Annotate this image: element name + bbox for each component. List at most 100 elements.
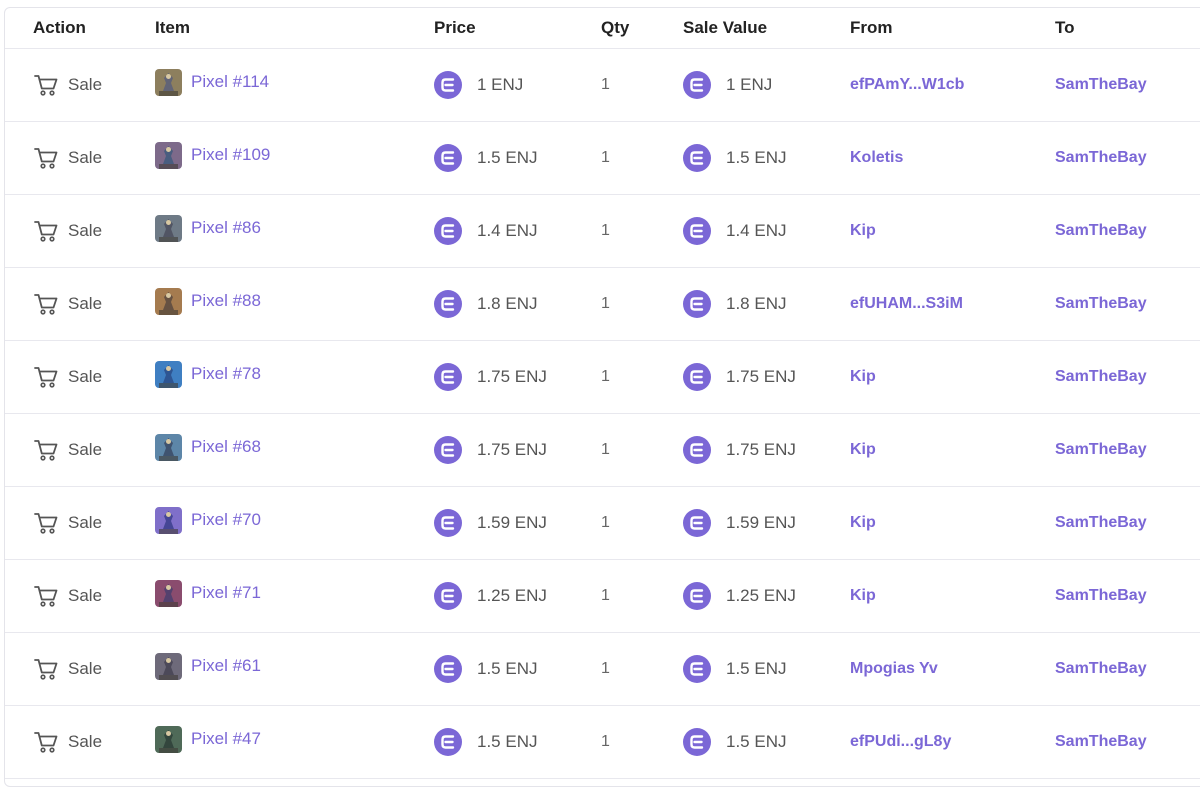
item-thumbnail[interactable] (155, 214, 182, 242)
from-address-link[interactable]: efPAmY...W1cb (850, 76, 964, 94)
sale-value-cell: 1.4 ENJ (683, 195, 786, 267)
sale-value-amount: 1.5 ENJ (726, 148, 787, 167)
to-address-link[interactable]: SamTheBay (1055, 222, 1147, 240)
item-cell: Pixel #109 (155, 122, 270, 194)
item-thumbnail[interactable] (155, 579, 182, 607)
action-cell: Sale (33, 341, 102, 413)
header-qty[interactable]: Qty (601, 8, 629, 48)
action-label: Sale (68, 586, 103, 605)
from-address-link[interactable]: Kip (850, 587, 876, 605)
header-sale-value[interactable]: Sale Value (683, 8, 767, 48)
item-cell: Pixel #71 (155, 560, 261, 632)
header-from[interactable]: From (850, 8, 893, 48)
table-row: Sale Pixel #88 1.8 ENJ 1 1.8 ENJ efUHAM.… (5, 268, 1200, 341)
price-cell: 1.5 ENJ (434, 706, 537, 778)
sale-value-cell: 1.5 ENJ (683, 122, 786, 194)
qty-value: 1 (601, 514, 610, 531)
to-address-link[interactable]: SamTheBay (1055, 368, 1147, 386)
price-cell: 1.25 ENJ (434, 560, 547, 632)
from-address-link[interactable]: Koletis (850, 149, 903, 167)
to-address-link[interactable]: SamTheBay (1055, 514, 1147, 532)
to-address-link[interactable]: SamTheBay (1055, 660, 1147, 678)
item-link[interactable]: Pixel #70 (191, 510, 261, 530)
enj-coin-icon (683, 363, 711, 391)
from-address-link[interactable]: Kip (850, 514, 876, 532)
price-cell: 1.75 ENJ (434, 341, 547, 413)
item-link[interactable]: Pixel #61 (191, 656, 261, 676)
enj-coin-icon (434, 436, 462, 464)
item-link[interactable]: Pixel #88 (191, 291, 261, 311)
sale-value-amount: 1 ENJ (726, 75, 773, 94)
from-address-link[interactable]: efPUdi...gL8y (850, 733, 951, 751)
action-label: Sale (68, 732, 103, 751)
from-address-link[interactable]: efUHAM...S3iM (850, 295, 963, 313)
sale-value-amount: 1.59 ENJ (726, 513, 796, 532)
price-cell: 1.75 ENJ (434, 414, 547, 486)
header-action[interactable]: Action (33, 8, 86, 48)
to-address-link[interactable]: SamTheBay (1055, 76, 1147, 94)
qty-value: 1 (601, 295, 610, 312)
item-thumbnail[interactable] (155, 68, 182, 96)
item-thumbnail[interactable] (155, 360, 182, 388)
header-to[interactable]: To (1055, 8, 1075, 48)
table-row: Sale Pixel #109 1.5 ENJ 1 1.5 ENJ Koleti… (5, 122, 1200, 195)
action-cell: Sale (33, 414, 102, 486)
price-cell: 1.4 ENJ (434, 195, 537, 267)
sale-value-amount: 1.4 ENJ (726, 221, 787, 240)
from-address-link[interactable]: Kip (850, 222, 876, 240)
price-amount: 1.5 ENJ (477, 732, 538, 751)
item-thumbnail[interactable] (155, 141, 182, 169)
to-cell: SamTheBay (1055, 487, 1147, 559)
action-label: Sale (68, 294, 103, 313)
item-thumbnail[interactable] (155, 506, 182, 534)
qty-value: 1 (601, 222, 610, 239)
action-label: Sale (68, 148, 103, 167)
to-address-link[interactable]: SamTheBay (1055, 149, 1147, 167)
to-cell: SamTheBay (1055, 633, 1147, 705)
enj-coin-icon (683, 217, 711, 245)
table-header: Action Item Price Qty Sale Value From To (5, 8, 1200, 49)
enj-coin-icon (434, 582, 462, 610)
price-amount: 1.5 ENJ (477, 148, 538, 167)
qty-value: 1 (601, 149, 610, 166)
from-address-link[interactable]: Kip (850, 441, 876, 459)
item-thumbnail[interactable] (155, 725, 182, 753)
to-address-link[interactable]: SamTheBay (1055, 587, 1147, 605)
to-cell: SamTheBay (1055, 122, 1147, 194)
to-address-link[interactable]: SamTheBay (1055, 295, 1147, 313)
item-link[interactable]: Pixel #114 (191, 72, 269, 92)
enj-coin-icon (683, 290, 711, 318)
item-thumbnail[interactable] (155, 652, 182, 680)
table-row: Sale Pixel #68 1.75 ENJ 1 1.75 ENJ Kip S… (5, 414, 1200, 487)
price-amount: 1.75 ENJ (477, 440, 547, 459)
item-thumbnail[interactable] (155, 287, 182, 315)
price-cell: 1 ENJ (434, 49, 523, 121)
from-address-link[interactable]: Kip (850, 368, 876, 386)
cart-icon (33, 292, 59, 316)
cart-icon (33, 511, 59, 535)
header-price[interactable]: Price (434, 8, 476, 48)
enj-coin-icon (683, 655, 711, 683)
to-cell: SamTheBay (1055, 414, 1147, 486)
action-cell: Sale (33, 122, 102, 194)
item-cell: Pixel #88 (155, 268, 261, 340)
qty-value: 1 (601, 368, 610, 385)
item-link[interactable]: Pixel #71 (191, 583, 261, 603)
item-link[interactable]: Pixel #47 (191, 729, 261, 749)
to-address-link[interactable]: SamTheBay (1055, 733, 1147, 751)
sale-value-cell: 1.25 ENJ (683, 560, 796, 632)
item-link[interactable]: Pixel #68 (191, 437, 261, 457)
item-thumbnail[interactable] (155, 433, 182, 461)
item-link[interactable]: Pixel #78 (191, 364, 261, 384)
action-label: Sale (68, 513, 103, 532)
action-label: Sale (68, 221, 103, 240)
item-cell: Pixel #47 (155, 706, 261, 778)
item-link[interactable]: Pixel #86 (191, 218, 261, 238)
header-item[interactable]: Item (155, 8, 190, 48)
qty-cell: 1 (601, 195, 610, 267)
from-address-link[interactable]: Mpogias Yv (850, 660, 938, 678)
item-link[interactable]: Pixel #109 (191, 145, 270, 165)
to-address-link[interactable]: SamTheBay (1055, 441, 1147, 459)
item-cell: Pixel #114 (155, 49, 269, 121)
sale-value-amount: 1.75 ENJ (726, 367, 796, 386)
